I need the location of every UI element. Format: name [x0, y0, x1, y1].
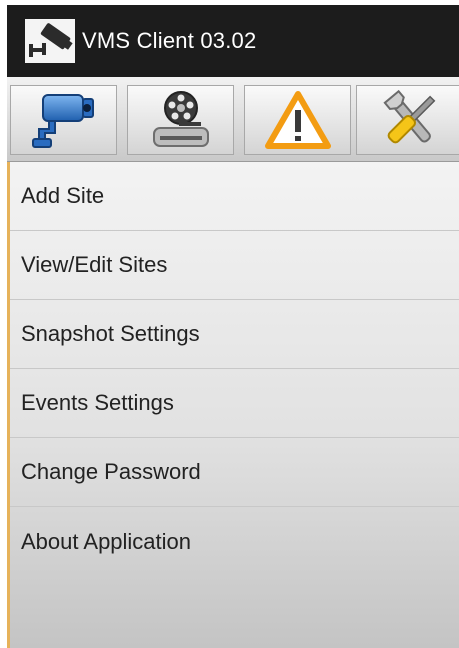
cctv-camera-icon	[25, 19, 75, 63]
menu-item-snapshot-settings[interactable]: Snapshot Settings	[10, 300, 459, 369]
warning-triangle-icon	[264, 90, 331, 150]
menu-item-label: Add Site	[21, 183, 105, 208]
security-camera-icon	[31, 89, 97, 151]
menu-item-label: Change Password	[21, 459, 201, 484]
settings-menu: Add Site View/Edit Sites Snapshot Settin…	[7, 162, 459, 648]
title-bar: VMS Client 03.02	[7, 5, 459, 77]
settings-button[interactable]	[356, 85, 459, 155]
menu-item-label: Snapshot Settings	[21, 321, 200, 346]
app-screen: VMS Client 03.02 Add Site View/Edit Site…	[7, 5, 459, 648]
toolbar	[7, 77, 459, 162]
app-title: VMS Client 03.02	[82, 28, 257, 53]
tools-wrench-screwdriver-icon	[376, 88, 446, 152]
menu-item-change-password[interactable]: Change Password	[10, 438, 459, 507]
menu-item-about-application[interactable]: About Application	[10, 507, 459, 576]
menu-item-label: View/Edit Sites	[21, 252, 168, 277]
menu-item-add-site[interactable]: Add Site	[10, 162, 459, 231]
playback-button[interactable]	[127, 85, 234, 155]
menu-item-view-edit-sites[interactable]: View/Edit Sites	[10, 231, 459, 300]
menu-item-events-settings[interactable]: Events Settings	[10, 369, 459, 438]
menu-item-label: Events Settings	[21, 390, 174, 415]
live-camera-button[interactable]	[10, 85, 117, 155]
events-button[interactable]	[244, 85, 351, 155]
menu-item-label: About Application	[21, 528, 192, 554]
film-reel-drive-icon	[146, 88, 216, 152]
